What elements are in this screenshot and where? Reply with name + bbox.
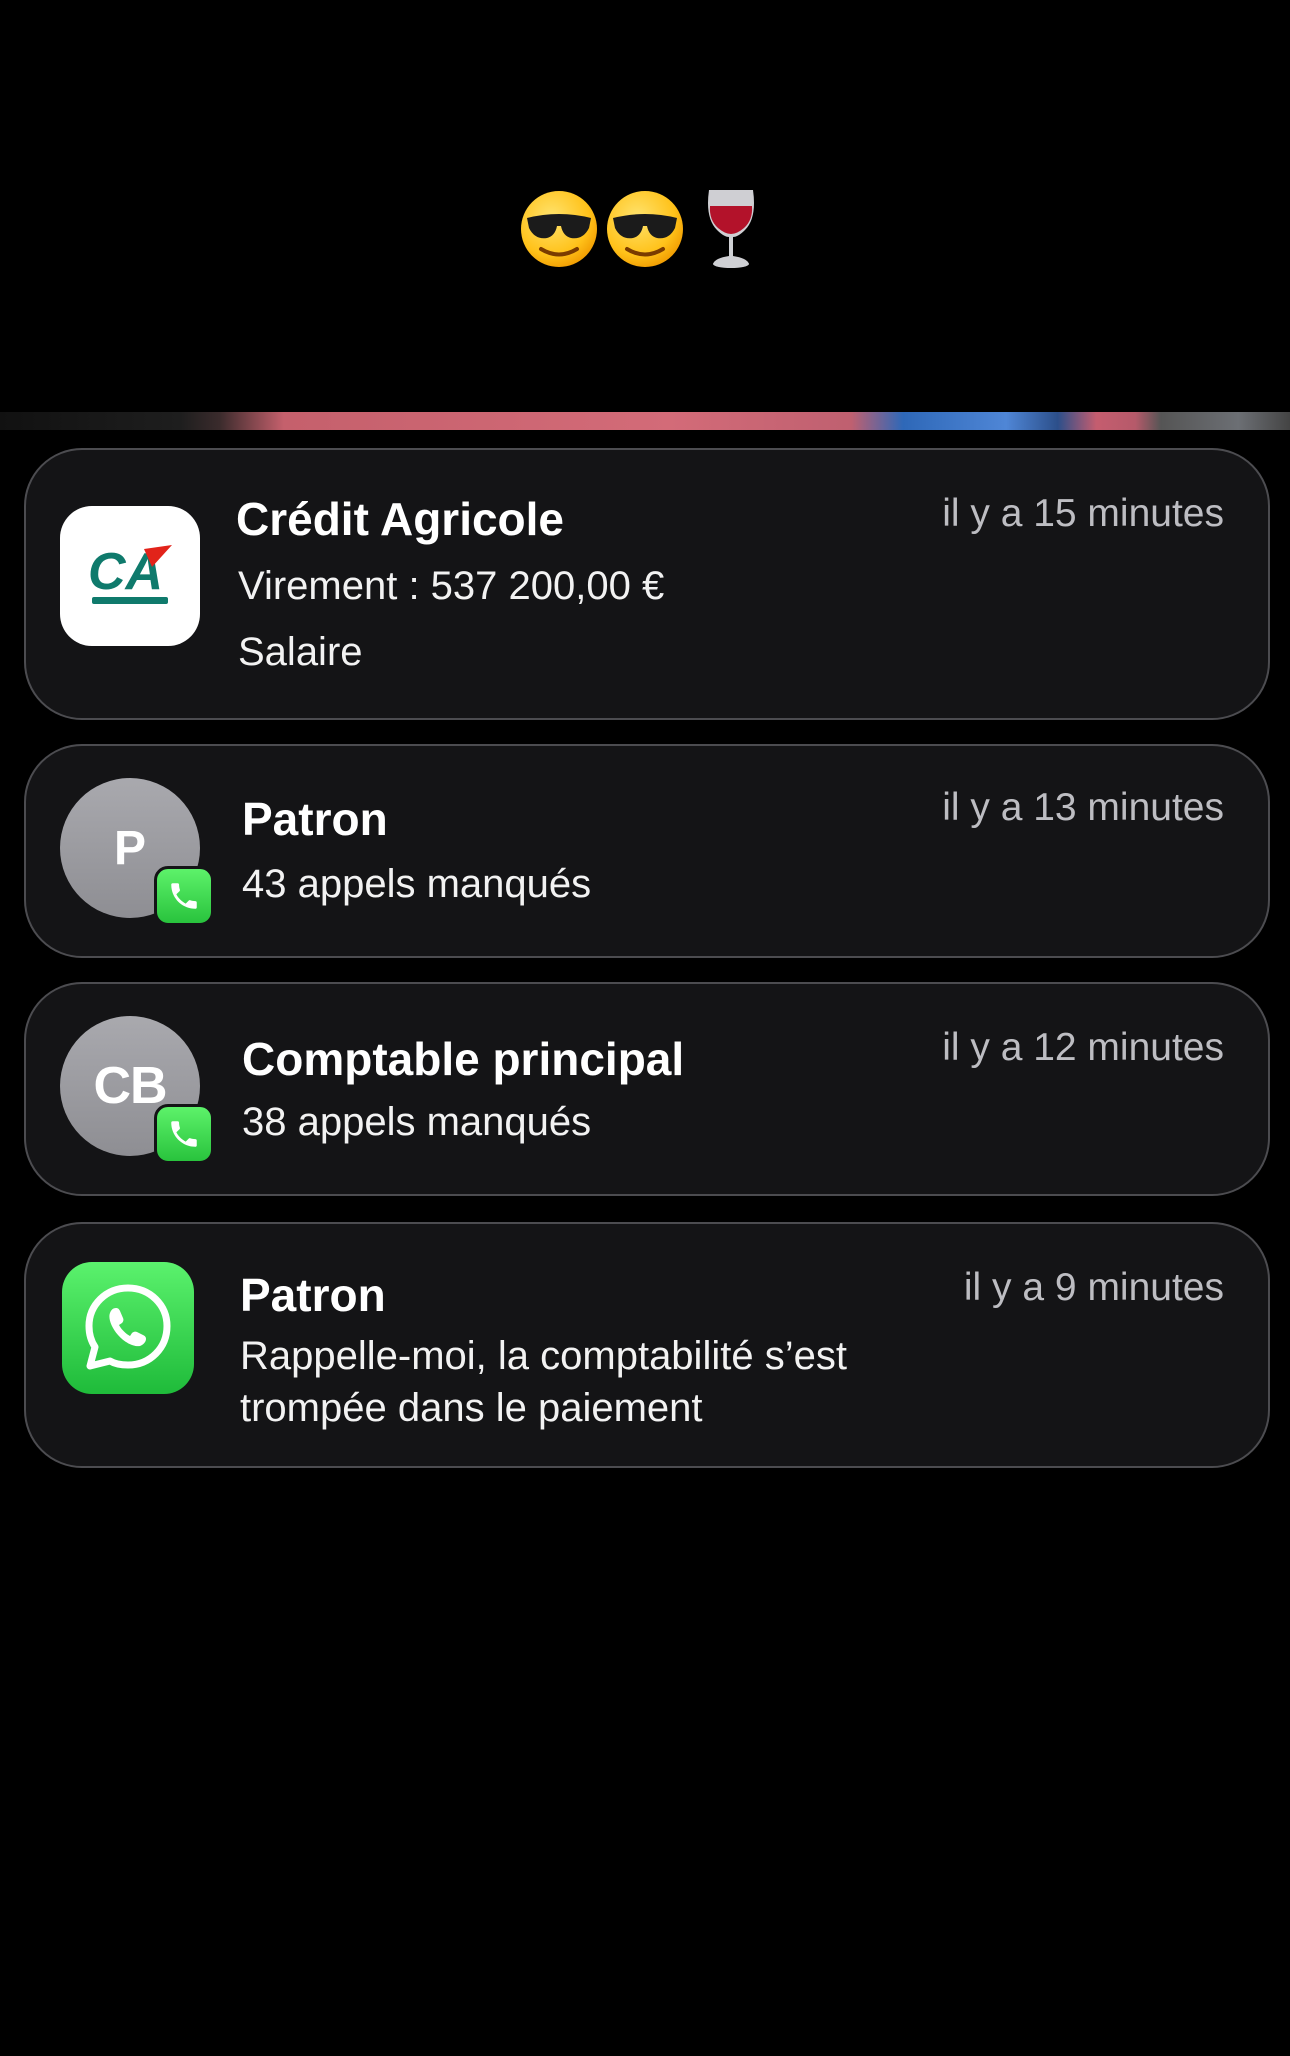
wine-glass-icon [691, 188, 771, 270]
background-photo-strip [0, 412, 1290, 430]
notification-timestamp: il y a 12 minutes [942, 1026, 1224, 1069]
credit-agricole-logo-icon: CA [60, 506, 200, 646]
notification-body: Rappelle-moi, la comptabilité s’est [240, 1334, 847, 1378]
notification-credit-agricole[interactable]: CA Crédit Agricole Virement : 537 200,00… [24, 448, 1270, 720]
notification-body: Salaire [238, 630, 363, 674]
notification-body: trompée dans le paiement [240, 1386, 703, 1430]
notification-title: Patron [242, 793, 388, 845]
story-caption [0, 188, 1290, 270]
notification-body: 43 appels manqués [242, 862, 592, 906]
notification-missed-calls-comptable[interactable]: CB Comptable principal 38 appels manqués… [24, 982, 1270, 1196]
whatsapp-icon [62, 1262, 194, 1394]
phone-icon [154, 866, 214, 926]
notification-timestamp: il y a 13 minutes [942, 786, 1224, 829]
sunglasses-face-icon [519, 188, 599, 270]
phone-icon [154, 1104, 214, 1164]
notification-title: Crédit Agricole [236, 493, 565, 545]
notification-body: Virement : 537 200,00 € [238, 564, 665, 608]
notification-title: Comptable principal [242, 1033, 685, 1085]
notification-body: 38 appels manqués [242, 1100, 592, 1144]
notification-whatsapp-patron[interactable]: Patron Rappelle-moi, la comptabilité s’e… [24, 1222, 1270, 1468]
notification-timestamp: il y a 15 minutes [942, 492, 1224, 535]
notification-timestamp: il y a 9 minutes [963, 1266, 1224, 1309]
notification-missed-calls-patron[interactable]: P Patron 43 appels manqués il y a 13 min… [24, 744, 1270, 958]
sunglasses-face-icon [605, 188, 685, 270]
notification-title: Patron [240, 1269, 386, 1321]
